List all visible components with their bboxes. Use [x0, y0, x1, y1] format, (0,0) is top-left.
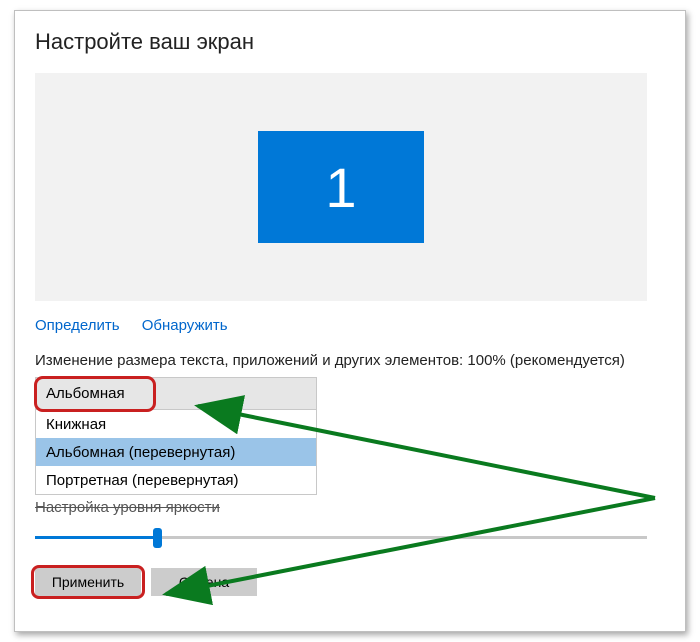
- button-row: Применить Отмена: [35, 568, 665, 596]
- identify-link[interactable]: Определить: [35, 317, 120, 334]
- scale-label: Изменение размера текста, приложений и д…: [35, 352, 665, 369]
- display-preview-area: 1: [35, 73, 647, 301]
- orientation-dropdown[interactable]: Альбомная Книжная Альбомная (перевернута…: [35, 377, 317, 495]
- slider-thumb[interactable]: [153, 528, 162, 548]
- monitor-tile[interactable]: 1: [258, 131, 424, 243]
- detect-link[interactable]: Обнаружить: [142, 317, 228, 334]
- orientation-option[interactable]: Альбомная (перевернутая): [36, 438, 316, 466]
- apply-button[interactable]: Применить: [35, 568, 141, 596]
- display-settings-panel: Настройте ваш экран 1 Определить Обнаруж…: [14, 10, 686, 632]
- orientation-option[interactable]: Портретная (перевернутая): [36, 466, 316, 494]
- page-title: Настройте ваш экран: [35, 29, 665, 55]
- brightness-slider[interactable]: [35, 526, 647, 550]
- orientation-option[interactable]: Книжная: [36, 410, 316, 438]
- orientation-selected[interactable]: Альбомная: [36, 378, 316, 410]
- detect-links-row: Определить Обнаружить: [35, 317, 665, 334]
- slider-fill: [35, 536, 159, 539]
- orientation-selected-label: Альбомная: [46, 385, 125, 402]
- monitor-number: 1: [325, 155, 356, 220]
- brightness-label: Настройка уровня яркости: [35, 499, 665, 516]
- cancel-button[interactable]: Отмена: [151, 568, 257, 596]
